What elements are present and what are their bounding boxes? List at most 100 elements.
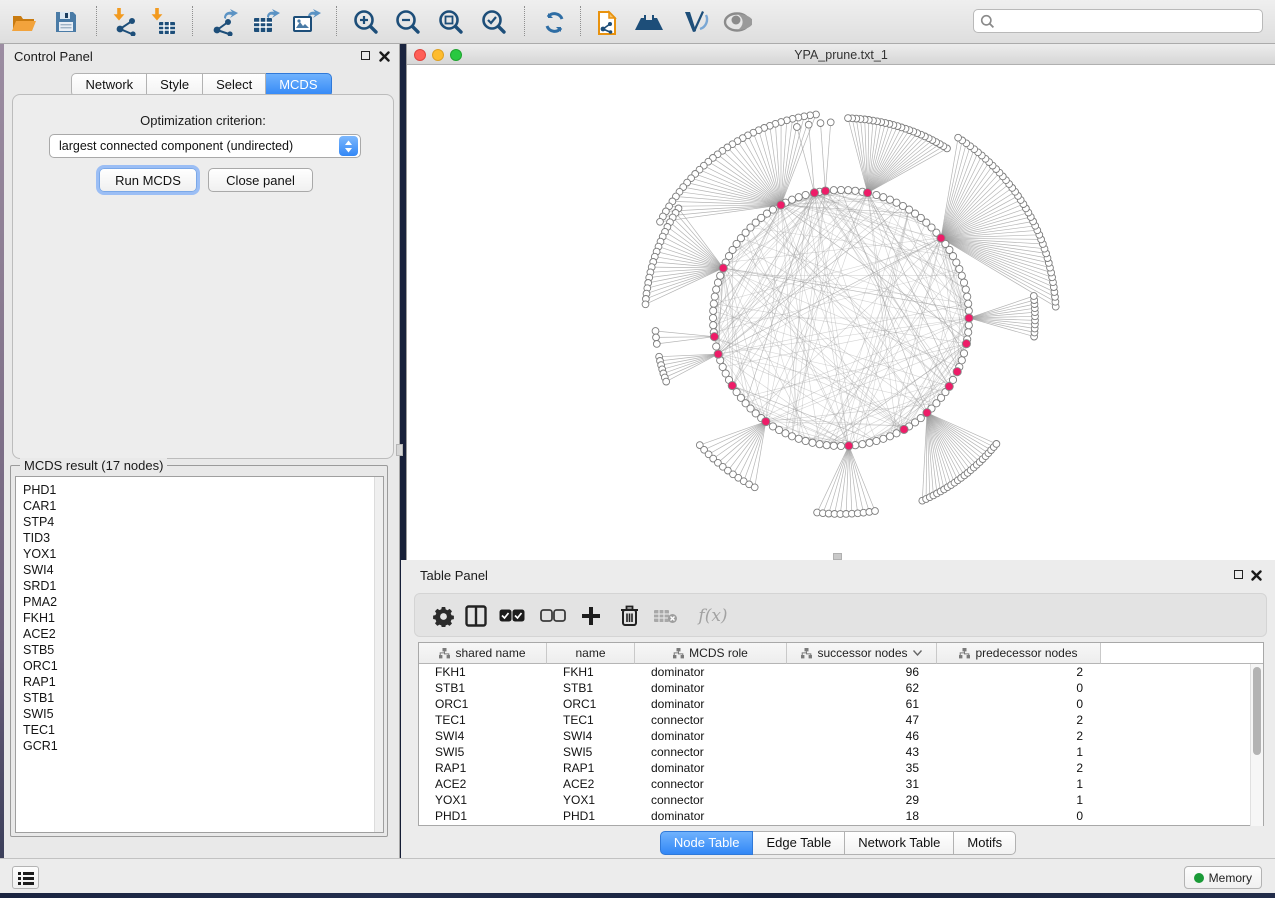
gear-button[interactable] (429, 602, 457, 630)
cell-predecessor-nodes[interactable]: 2 (937, 728, 1101, 744)
graph-node[interactable] (965, 329, 972, 336)
cell-shared-name[interactable]: FKH1 (419, 664, 547, 680)
graph-node[interactable] (837, 186, 844, 193)
graph-hub-node[interactable] (900, 425, 908, 433)
cell-predecessor-nodes[interactable]: 0 (937, 808, 1101, 824)
zoom-fit-button[interactable] (434, 7, 466, 37)
graph-node[interactable] (795, 194, 802, 201)
cell-MCDS-role[interactable]: dominator (635, 760, 787, 776)
graph-node[interactable] (958, 272, 965, 279)
mcds-result-list[interactable]: PHD1CAR1STP4TID3YOX1SWI4SRD1PMA2FKH1ACE2… (15, 476, 384, 833)
run-mcds-button[interactable]: Run MCDS (99, 168, 197, 192)
add-column-button[interactable] (577, 602, 605, 630)
table-row[interactable]: ACE2ACE2connector311 (419, 776, 1252, 792)
graph-node[interactable] (965, 300, 972, 307)
graph-node[interactable] (817, 120, 824, 127)
cell-MCDS-role[interactable]: connector (635, 776, 787, 792)
cell-shared-name[interactable]: YOX1 (419, 792, 547, 808)
vizmapper-button[interactable] (680, 7, 712, 37)
cell-name[interactable]: ACE2 (547, 776, 635, 792)
graph-node[interactable] (872, 508, 879, 515)
cell-name[interactable]: YOX1 (547, 792, 635, 808)
graph-hub-node[interactable] (965, 314, 973, 322)
cell-name[interactable]: STB1 (547, 680, 635, 696)
table-row[interactable]: YOX1YOX1connector291 (419, 792, 1252, 808)
graph-hub-node[interactable] (962, 340, 970, 348)
mcds-result-item[interactable]: RAP1 (23, 674, 383, 690)
cell-name[interactable]: FKH1 (547, 664, 635, 680)
select-all-button[interactable] (498, 602, 526, 630)
open-file-button[interactable] (8, 7, 40, 37)
column-header-predecessor-nodes[interactable]: predecessor nodes (937, 643, 1101, 664)
graph-node[interactable] (837, 442, 844, 449)
table-row[interactable]: SWI5SWI5connector431 (419, 744, 1252, 760)
cell-name[interactable]: SWI5 (547, 744, 635, 760)
float-panel-icon[interactable] (1234, 570, 1243, 579)
column-header-MCDS-role[interactable]: MCDS role (635, 643, 787, 664)
horizontal-splitter-handle[interactable] (833, 553, 842, 560)
graph-node[interactable] (809, 439, 816, 446)
graph-node[interactable] (795, 435, 802, 442)
graph-node[interactable] (710, 322, 717, 329)
column-header-name[interactable]: name (547, 643, 635, 664)
graph-node[interactable] (653, 341, 660, 348)
graph-hub-node[interactable] (719, 264, 727, 272)
graph-node[interactable] (886, 196, 893, 203)
graph-node[interactable] (714, 279, 721, 286)
optimization-criterion-select[interactable]: largest connected component (undirected) (49, 134, 361, 158)
graph-node[interactable] (827, 119, 834, 126)
graph-node[interactable] (845, 115, 852, 122)
mcds-result-item[interactable]: STP4 (23, 514, 383, 530)
memory-button[interactable]: Memory (1184, 866, 1262, 889)
tab-motifs[interactable]: Motifs (954, 831, 1016, 855)
graph-hub-node[interactable] (945, 382, 953, 390)
scrollbar-thumb[interactable] (1253, 667, 1261, 755)
graph-node[interactable] (710, 307, 717, 314)
cell-name[interactable]: SWI4 (547, 728, 635, 744)
cell-MCDS-role[interactable]: dominator (635, 808, 787, 824)
graph-node[interactable] (873, 191, 880, 198)
cell-name[interactable]: ORC1 (547, 696, 635, 712)
graph-hub-node[interactable] (810, 189, 818, 197)
import-network-button[interactable] (110, 7, 142, 37)
graph-node[interactable] (958, 357, 965, 364)
graph-node[interactable] (880, 435, 887, 442)
import-table-button[interactable] (148, 7, 180, 37)
cell-shared-name[interactable]: RAP1 (419, 760, 547, 776)
tab-network-table[interactable]: Network Table (845, 831, 954, 855)
vertical-splitter-handle[interactable] (396, 444, 403, 456)
tab-edge-table[interactable]: Edge Table (753, 831, 845, 855)
graph-node[interactable] (642, 301, 649, 308)
graph-node[interactable] (713, 343, 720, 350)
cell-MCDS-role[interactable]: dominator (635, 680, 787, 696)
table-row[interactable]: FKH1FKH1dominator962 (419, 664, 1252, 680)
cell-MCDS-role[interactable]: dominator (635, 664, 787, 680)
cell-successor-nodes[interactable]: 47 (787, 712, 937, 728)
graph-node[interactable] (823, 442, 830, 449)
cell-successor-nodes[interactable]: 18 (787, 808, 937, 824)
mcds-result-item[interactable]: PHD1 (23, 482, 383, 498)
close-panel-button[interactable]: Close panel (208, 168, 313, 192)
graph-node[interactable] (880, 194, 887, 201)
graph-node[interactable] (960, 350, 967, 357)
graph-hub-node[interactable] (845, 442, 853, 450)
zoom-out-button[interactable] (391, 7, 423, 37)
graph-node[interactable] (710, 300, 717, 307)
cell-MCDS-role[interactable]: dominator (635, 728, 787, 744)
cell-MCDS-role[interactable]: dominator (635, 696, 787, 712)
graph-hub-node[interactable] (864, 189, 872, 197)
cell-shared-name[interactable]: STB1 (419, 680, 547, 696)
refresh-button[interactable] (538, 7, 570, 37)
table-row[interactable]: PHD1PHD1dominator180 (419, 808, 1252, 824)
graph-hub-node[interactable] (714, 350, 722, 358)
cell-successor-nodes[interactable]: 61 (787, 696, 937, 712)
mcds-result-item[interactable]: SWI4 (23, 562, 383, 578)
cell-shared-name[interactable]: PHD1 (419, 808, 547, 824)
tab-node-table[interactable]: Node Table (660, 831, 754, 855)
graph-node[interactable] (893, 430, 900, 437)
graph-hub-node[interactable] (777, 201, 785, 209)
mcds-result-item[interactable]: GCR1 (23, 738, 383, 754)
table-scrollbar[interactable] (1250, 664, 1263, 826)
cell-predecessor-nodes[interactable]: 2 (937, 664, 1101, 680)
export-network-button[interactable] (208, 7, 240, 37)
